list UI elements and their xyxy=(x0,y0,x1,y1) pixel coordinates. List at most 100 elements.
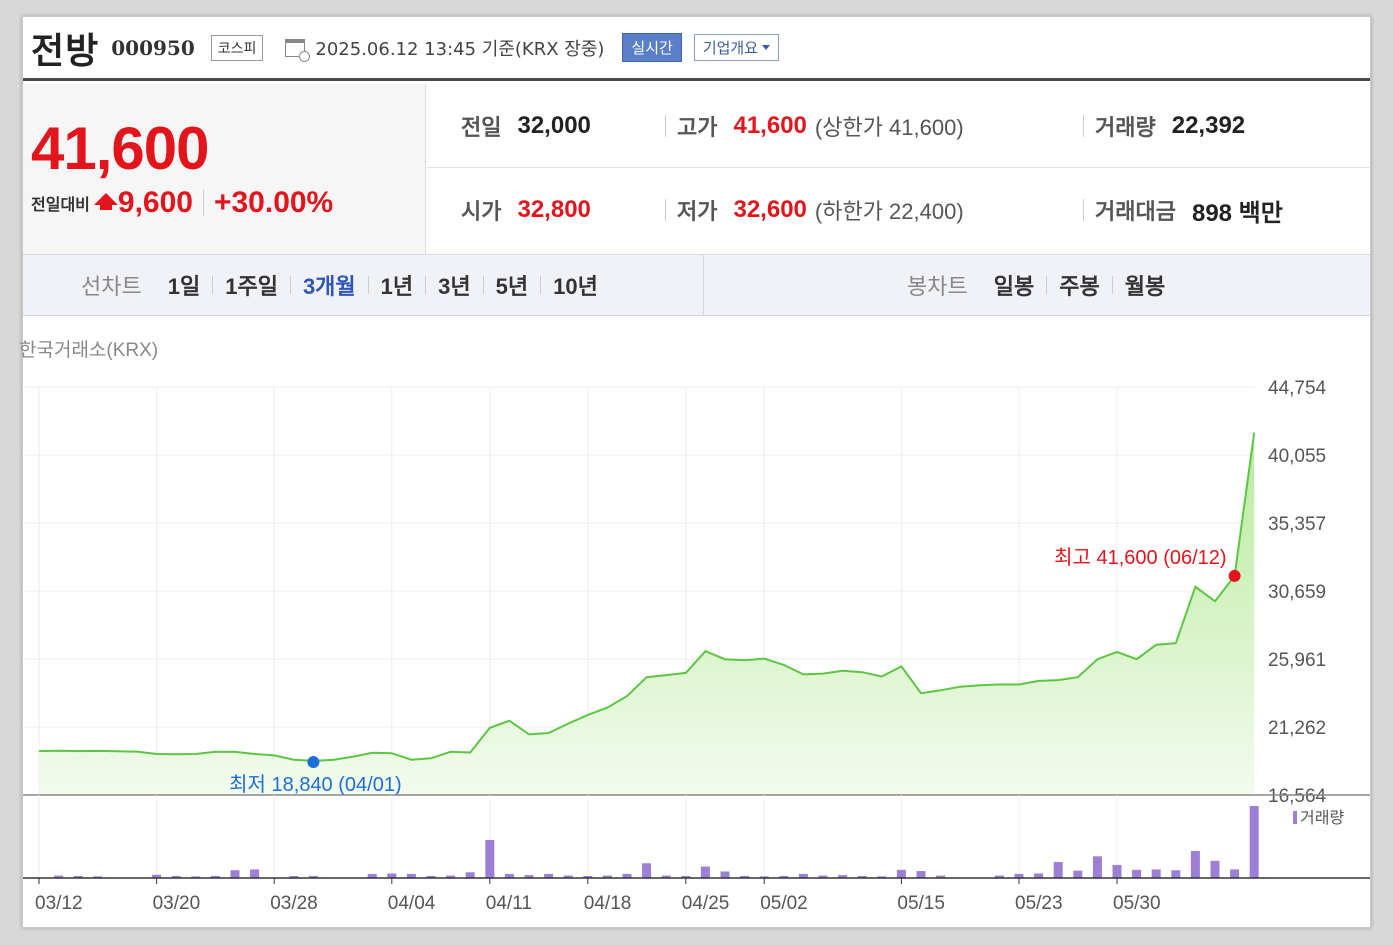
timestamp: 2025.06.12 13:45 기준(KRX 장중) xyxy=(315,38,605,60)
stat-amount: 거래대금 898 백만 xyxy=(1095,193,1283,228)
volume-bar xyxy=(1112,864,1122,878)
volume-bar xyxy=(485,839,495,878)
x-tick-label: 05/15 xyxy=(897,893,945,914)
volume-bar xyxy=(465,872,475,878)
volume-bar xyxy=(1132,869,1142,878)
period-10y[interactable]: 10년 xyxy=(553,269,598,301)
up-arrow-stem-icon xyxy=(99,202,112,210)
divider xyxy=(425,276,427,294)
min-label: 최저 18,840 (04/01) xyxy=(229,773,401,796)
stat-label: 거래대금 xyxy=(1095,199,1176,224)
lower-limit-note: (하한가 22,400) xyxy=(814,199,964,224)
stats-row: 전일 32,000 고가 41,600 (상한가 41,600) 거래량 22,… xyxy=(427,84,1370,168)
period-daily[interactable]: 일봉 xyxy=(994,269,1034,301)
x-tick-label: 05/30 xyxy=(1113,893,1161,914)
stat-label: 저가 xyxy=(677,199,718,224)
current-price: 41,600 xyxy=(31,115,210,182)
volume-bar xyxy=(700,866,710,878)
divider xyxy=(202,190,204,216)
volume-bar xyxy=(642,863,652,878)
price-panel: 41,600 전일대비 9,600 +30.00% xyxy=(23,84,426,254)
period-1y[interactable]: 1년 xyxy=(381,269,413,301)
y-tick-label: 30,659 xyxy=(1268,582,1326,603)
y-tick-label: 21,262 xyxy=(1268,718,1326,739)
divider xyxy=(367,276,369,294)
stat-value: 41,600 xyxy=(733,111,807,139)
divider xyxy=(540,276,542,294)
volume-bar xyxy=(896,869,906,878)
stat-value: 32,800 xyxy=(517,196,591,223)
divider xyxy=(212,276,214,294)
candle-chart-label: 봉차트 xyxy=(907,274,968,299)
volume-legend-swatch xyxy=(1293,811,1297,824)
calendar-clock-icon xyxy=(285,38,311,62)
stat-prev: 전일 32,000 xyxy=(461,110,591,142)
change-label: 전일대비 xyxy=(31,197,90,214)
data-source: 한국거래소(KRX) xyxy=(19,340,159,361)
period-3y[interactable]: 3년 xyxy=(438,269,470,301)
stat-volume: 거래량 22,392 xyxy=(1095,110,1245,142)
volume-bar xyxy=(1053,862,1063,878)
x-tick-label: 05/23 xyxy=(1015,893,1063,914)
y-tick-label: 35,357 xyxy=(1268,514,1326,535)
volume-bar xyxy=(230,870,240,878)
volume-bar xyxy=(1171,870,1181,878)
volume-bar xyxy=(1249,806,1259,878)
max-point xyxy=(1228,569,1241,582)
y-tick-label: 25,961 xyxy=(1268,650,1326,671)
period-5y[interactable]: 5년 xyxy=(496,269,528,301)
divider xyxy=(665,199,666,221)
volume-bar xyxy=(1073,870,1083,878)
upper-limit-note: (상한가 41,600) xyxy=(814,114,964,140)
change-amount: 9,600 xyxy=(117,186,193,219)
period-weekly[interactable]: 주봉 xyxy=(1059,269,1099,301)
realtime-button[interactable]: 실시간 xyxy=(622,33,682,62)
market-badge: 코스피 xyxy=(210,34,264,61)
divider xyxy=(665,115,666,137)
stock-name: 전방 xyxy=(31,30,100,72)
stats-row: 시가 32,800 저가 32,600 (하한가 22,400) 거래대금 89… xyxy=(427,168,1370,252)
stat-label: 전일 xyxy=(461,114,502,140)
price-area xyxy=(39,432,1255,795)
chart-svg: 44,754 40,055 35,357 30,659 25,961 21,262 16,5… xyxy=(23,378,1370,914)
company-overview-dropdown[interactable]: 기업개요 xyxy=(693,34,780,61)
y-tick-label: 44,754 xyxy=(1268,378,1327,399)
x-tick-label: 04/04 xyxy=(388,893,436,914)
stat-value: 32,600 xyxy=(733,196,807,223)
volume-bar xyxy=(916,871,926,878)
company-overview-label: 기업개요 xyxy=(702,39,759,57)
period-1w[interactable]: 1주일 xyxy=(225,269,278,301)
x-tick-label: 05/02 xyxy=(760,893,808,914)
x-tick-label: 03/28 xyxy=(270,893,318,914)
volume-bar xyxy=(1210,860,1220,878)
candle-chart-periods: 봉차트 일봉 주봉 월봉 xyxy=(907,255,1165,315)
volume-bar xyxy=(1190,851,1200,878)
stat-value: 898 백만 xyxy=(1191,199,1283,227)
volume-bar xyxy=(1092,856,1102,878)
period-1d[interactable]: 1일 xyxy=(168,269,200,301)
period-3m[interactable]: 3개월 xyxy=(303,269,356,301)
stat-open: 시가 32,800 xyxy=(461,194,591,226)
stats-panel: 전일 32,000 고가 41,600 (상한가 41,600) 거래량 22,… xyxy=(427,84,1370,254)
volume-bar xyxy=(250,869,260,878)
volume-bar xyxy=(1151,869,1161,878)
x-tick-label: 03/20 xyxy=(153,893,201,914)
price-chart: 한국거래소(KRX) 44,754 40,055 35,357 30,659 25,96… xyxy=(19,317,1370,929)
stat-label: 시가 xyxy=(461,199,502,224)
stat-label: 거래량 xyxy=(1095,114,1156,140)
stock-widget: 전방 000950 코스피 2025.06.12 13:45 기준(KRX 장중… xyxy=(19,16,1371,929)
line-chart-periods: 선차트 1일 1주일 3개월 1년 3년 5년 10년 xyxy=(81,255,598,315)
volume-bar xyxy=(720,871,730,878)
stock-code: 000950 xyxy=(111,35,195,60)
stat-high: 고가 41,600 (상한가 41,600) xyxy=(677,110,964,142)
x-tick-label: 04/18 xyxy=(584,893,632,914)
divider xyxy=(1083,199,1084,221)
period-monthly[interactable]: 월봉 xyxy=(1125,269,1165,301)
divider xyxy=(1111,276,1113,294)
max-label: 최고 41,600 (06/12) xyxy=(1054,546,1226,569)
stat-label: 고가 xyxy=(677,114,718,140)
divider xyxy=(289,276,291,294)
x-tick-label: 04/25 xyxy=(682,893,730,914)
stat-value: 22,392 xyxy=(1171,111,1246,139)
divider xyxy=(1083,115,1084,137)
